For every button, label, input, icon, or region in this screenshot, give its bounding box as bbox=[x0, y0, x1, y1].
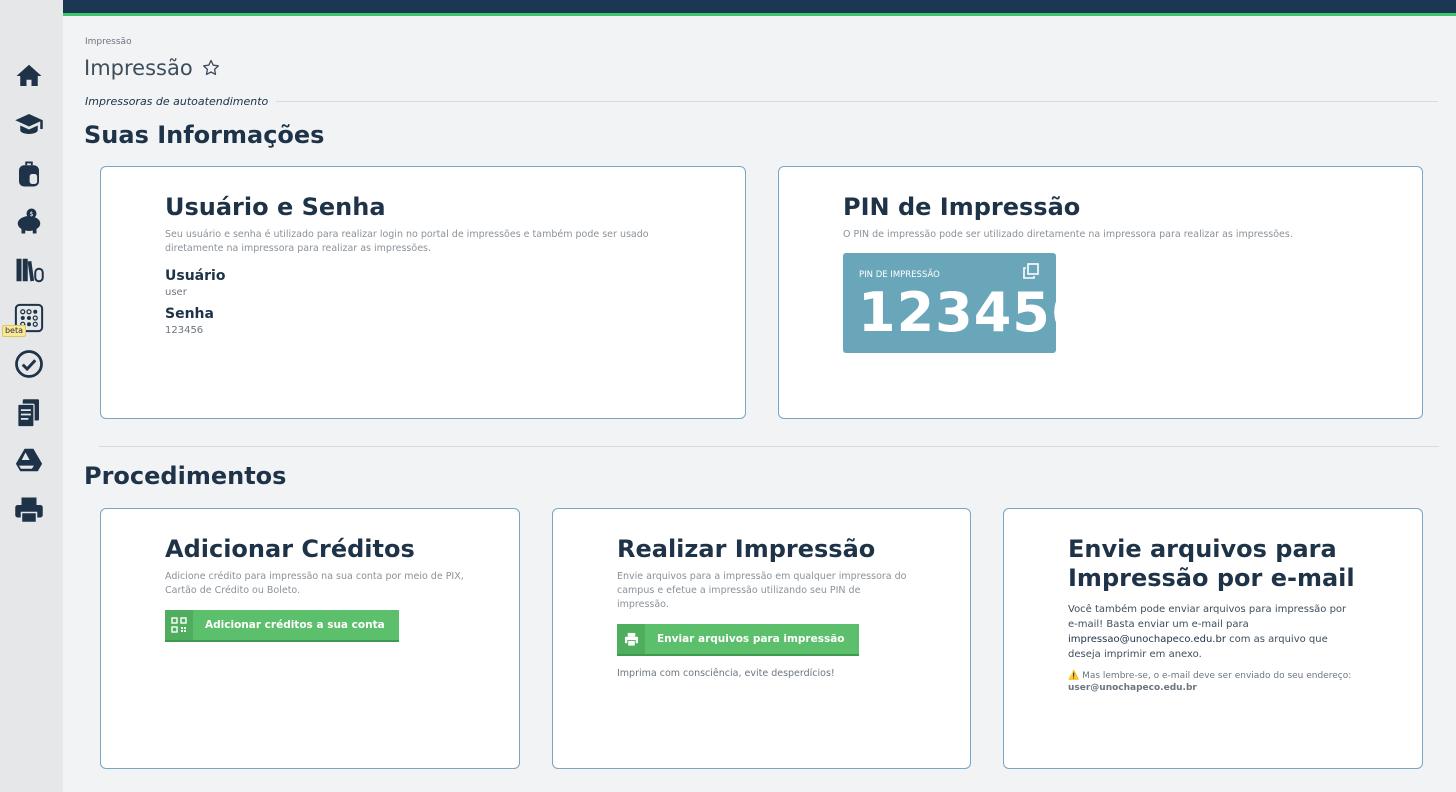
username-value: user bbox=[165, 287, 187, 298]
card-description: Envie arquivos para a impressão em qualq… bbox=[617, 571, 907, 610]
section-divider bbox=[99, 446, 1439, 447]
card-title: Realizar Impressão bbox=[617, 535, 876, 563]
button-label: Enviar arquivos para impressão bbox=[657, 633, 845, 645]
breadcrumb[interactable]: Impressão bbox=[85, 37, 132, 47]
pin-card: PIN de Impressão O PIN de impressão pode… bbox=[778, 166, 1423, 419]
pin-display: PIN DE IMPRESSÃO 123456 bbox=[843, 253, 1088, 353]
drive-icon[interactable] bbox=[13, 444, 45, 476]
email-desc-pre: Você também pode enviar arquivos para im… bbox=[1068, 604, 1347, 630]
user-password-card: Usuário e Senha Seu usuário e senha é ut… bbox=[100, 166, 746, 419]
page-subtitle: Impressoras de autoatendimento bbox=[85, 95, 269, 108]
star-icon[interactable] bbox=[201, 58, 221, 78]
subtitle-divider bbox=[276, 101, 1438, 102]
top-accent-line bbox=[63, 13, 1456, 16]
page-title: Impressão bbox=[84, 56, 193, 80]
printer-icon[interactable] bbox=[13, 494, 45, 526]
user-email: user@unochapeco.edu.br bbox=[1068, 683, 1197, 693]
check-circle-icon[interactable] bbox=[13, 348, 45, 380]
button-label: Adicionar créditos a sua conta bbox=[205, 619, 385, 631]
username-label: Usuário bbox=[165, 268, 226, 284]
library-icon[interactable] bbox=[13, 254, 45, 286]
section-title-procedures: Procedimentos bbox=[84, 462, 287, 490]
pin-value: 123456 bbox=[858, 281, 1090, 344]
card-title: Usuário e Senha bbox=[165, 193, 386, 221]
pin-label: PIN DE IMPRESSÃO bbox=[859, 270, 940, 280]
card-description: O PIN de impressão pode ser utilizado di… bbox=[843, 229, 1293, 240]
email-print-card: Envie arquivos para Impressão por e-mail… bbox=[1003, 508, 1423, 769]
send-files-button[interactable]: Enviar arquivos para impressão bbox=[617, 624, 859, 656]
page-title-row: Impressão bbox=[84, 56, 221, 80]
beta-badge: beta bbox=[2, 325, 26, 337]
password-value: 123456 bbox=[165, 325, 204, 336]
top-bar bbox=[63, 0, 1456, 13]
print-card: Realizar Impressão Envie arquivos para a… bbox=[552, 508, 971, 769]
subtitle-row: Impressoras de autoatendimento bbox=[85, 95, 1438, 108]
card-title: Adicionar Créditos bbox=[165, 535, 415, 563]
password-label: Senha bbox=[165, 306, 214, 322]
add-credits-card: Adicionar Créditos Adicione crédito para… bbox=[100, 508, 520, 769]
printer-icon bbox=[617, 624, 645, 654]
print-note: Imprima com consciência, evite desperdíc… bbox=[617, 668, 835, 679]
backpack-icon[interactable] bbox=[13, 158, 45, 190]
add-credits-button[interactable]: Adicionar créditos a sua conta bbox=[165, 610, 399, 642]
graduation-cap-icon[interactable] bbox=[13, 108, 45, 140]
home-icon[interactable] bbox=[13, 60, 45, 92]
email-warning: ⚠️ Mas lembre-se, o e-mail deve ser envi… bbox=[1068, 671, 1352, 681]
svg-text:$: $ bbox=[30, 211, 34, 218]
sidebar: $ beta bbox=[0, 0, 63, 792]
card-title: Envie arquivos para Impressão por e-mail bbox=[1068, 535, 1355, 592]
card-description: Adicione crédito para impressão na sua c… bbox=[165, 571, 464, 596]
card-title: PIN de Impressão bbox=[843, 193, 1081, 221]
piggy-bank-icon[interactable]: $ bbox=[13, 205, 45, 237]
copy-icon[interactable] bbox=[1023, 263, 1039, 279]
card-description: Você também pode enviar arquivos para im… bbox=[1068, 602, 1358, 662]
section-title-info: Suas Informações bbox=[84, 121, 325, 149]
card-description: Seu usuário e senha é utilizado para rea… bbox=[165, 229, 649, 254]
print-email-address[interactable]: impressao@unochapeco.edu.br bbox=[1068, 634, 1226, 645]
documents-icon[interactable] bbox=[13, 397, 45, 429]
qr-code-icon bbox=[165, 610, 193, 640]
